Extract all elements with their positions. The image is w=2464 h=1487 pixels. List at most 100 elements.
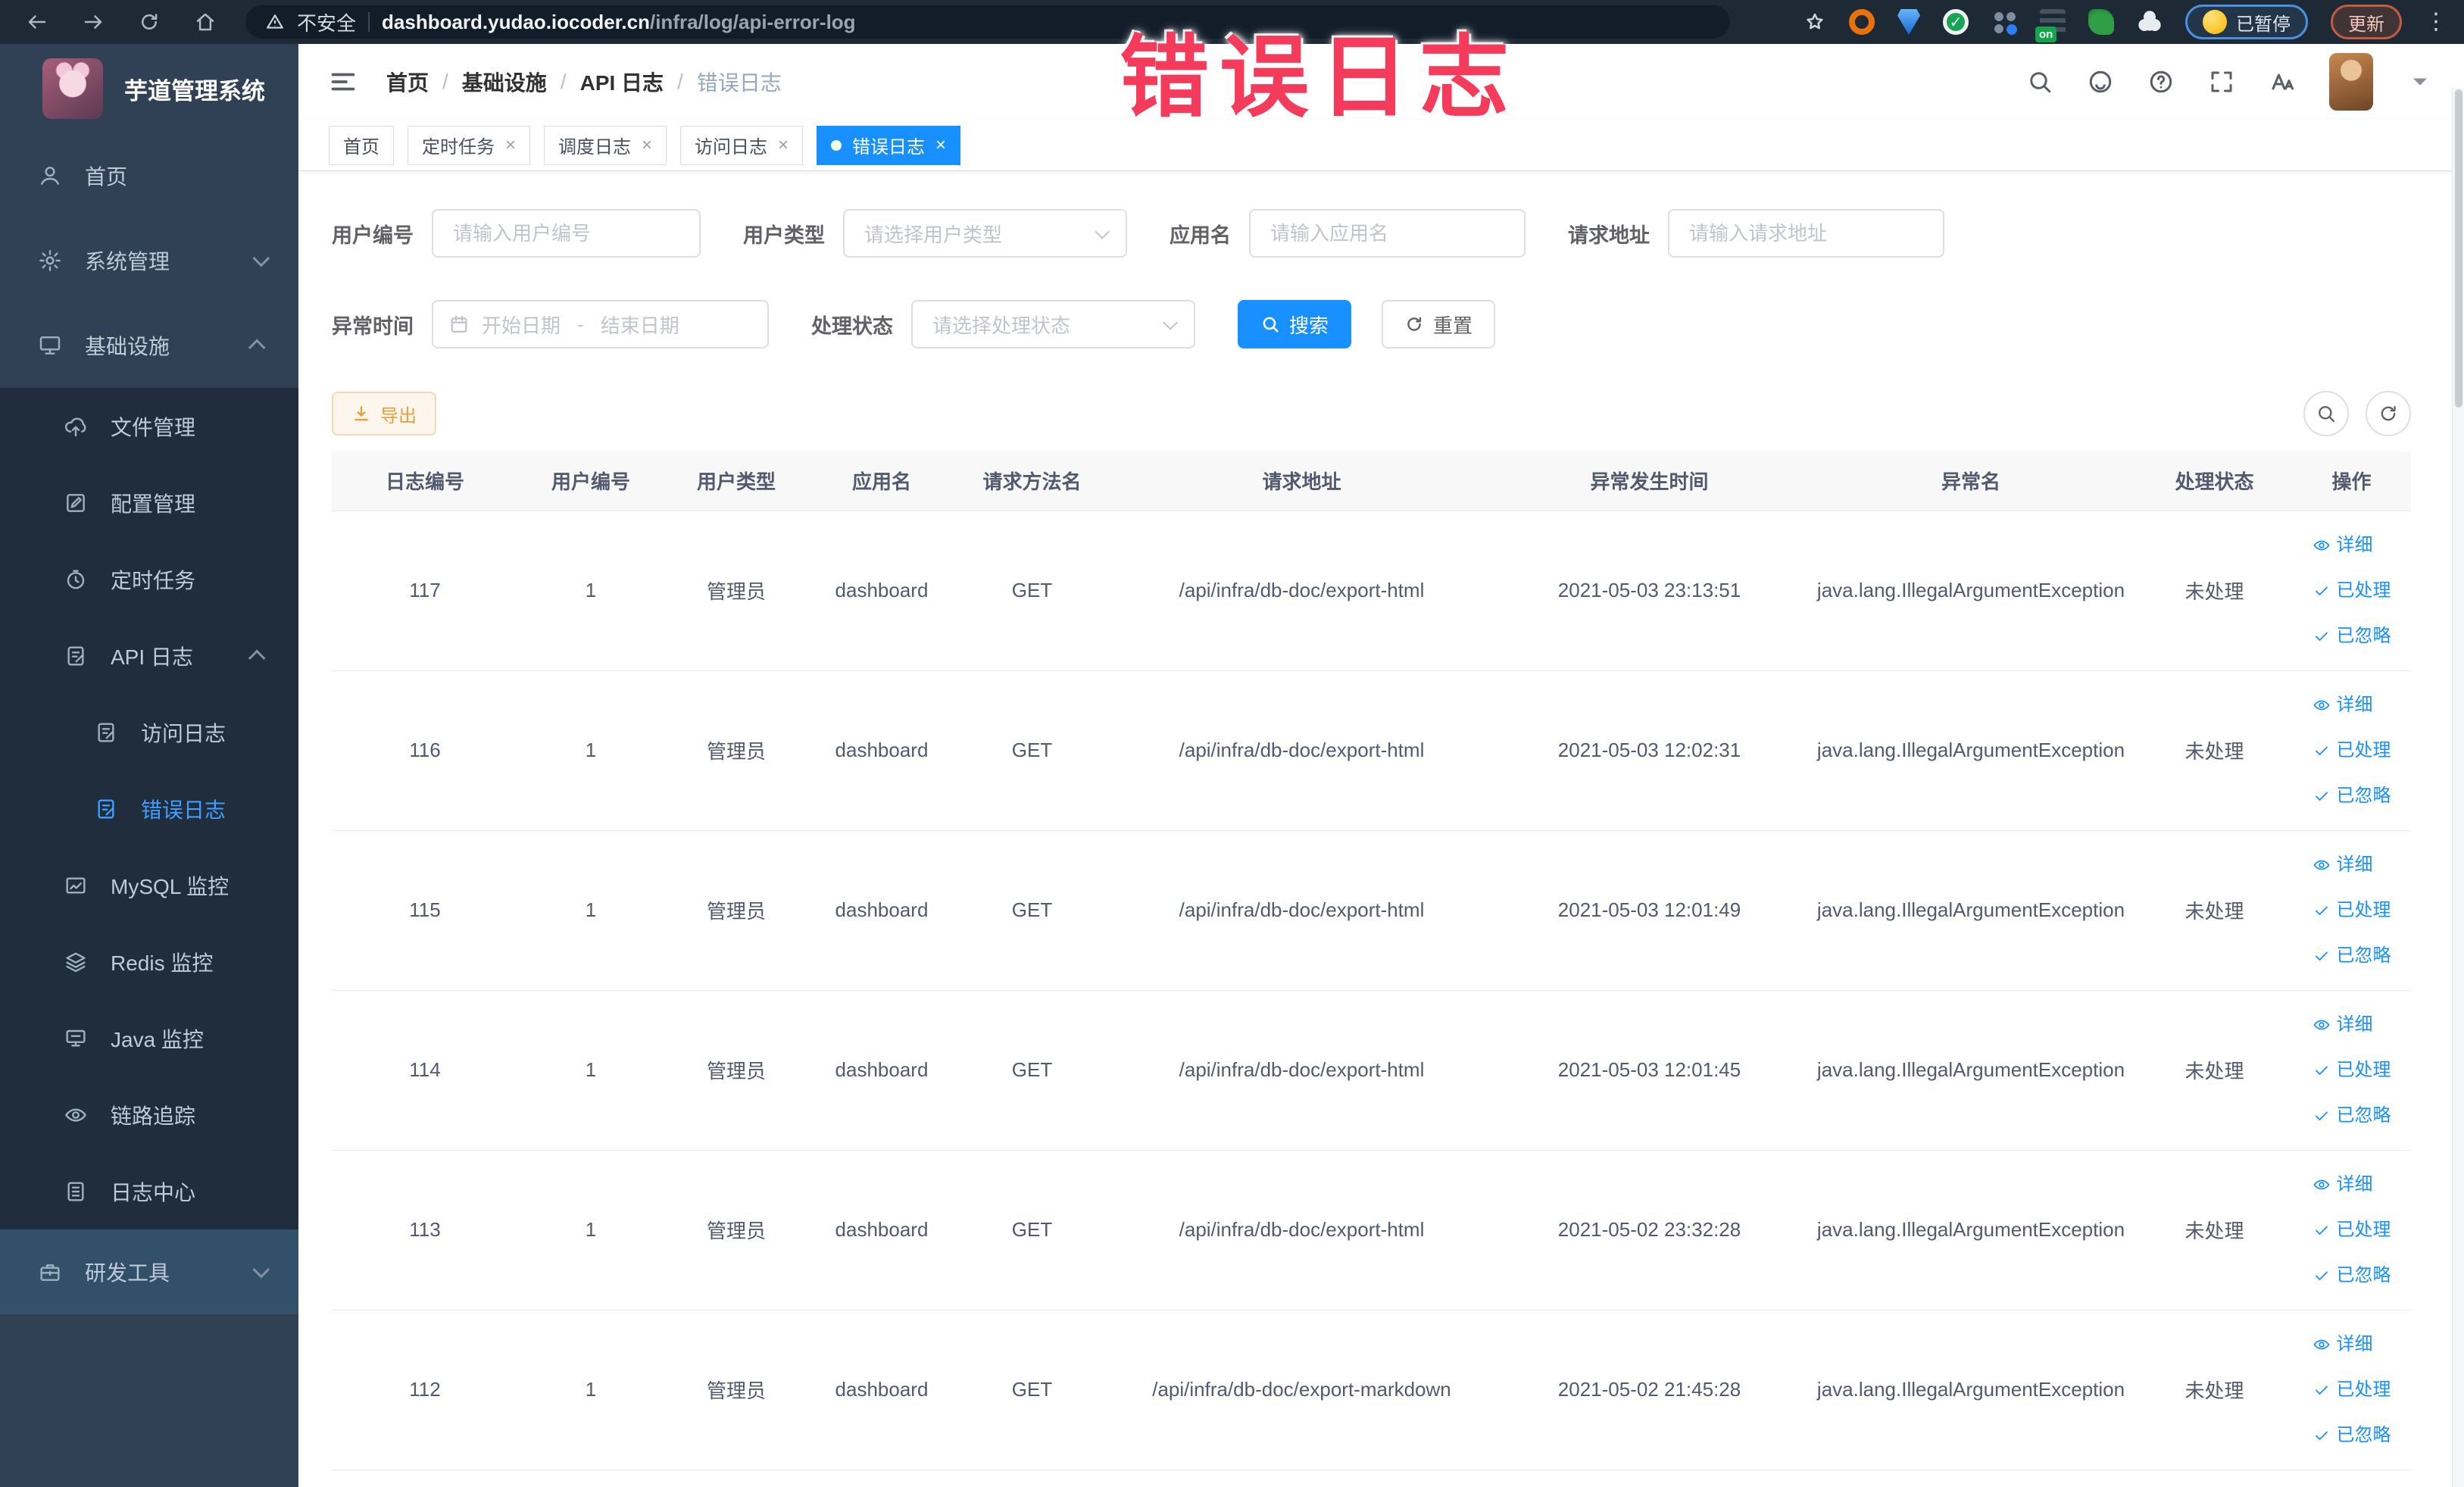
tab-访问日志[interactable]: 访问日志 × [680, 125, 804, 165]
breadcrumb-item[interactable]: 基础设施 [462, 67, 547, 97]
sidebar-item-label: Java 监控 [111, 1027, 204, 1051]
extension-orange-icon[interactable] [1849, 9, 1875, 35]
sidebar-item-label: 链路追踪 [111, 1104, 196, 1128]
action-已处理[interactable]: 已处理 [2313, 1369, 2391, 1411]
action-已忽略[interactable]: 已忽略 [2313, 1254, 2391, 1297]
sidebar-item-mysql[interactable]: MySQL 监控 [0, 847, 298, 923]
process-status-select[interactable]: 请选择处理状态 [911, 300, 1195, 348]
sidebar-item-error-log[interactable]: 错误日志 [0, 770, 298, 847]
profile-paused-chip[interactable]: 已暂停 [2185, 5, 2308, 39]
sidebar-item-trace[interactable]: 链路追踪 [0, 1076, 298, 1153]
action-label: 已处理 [2336, 739, 2391, 761]
close-icon[interactable]: × [778, 136, 789, 155]
breadcrumb-item[interactable]: API 日志 [580, 67, 664, 97]
sidebar-item-home[interactable]: 首页 [0, 133, 298, 218]
toggle-search-button[interactable] [2303, 391, 2349, 436]
action-label: 已忽略 [2336, 945, 2391, 966]
action-已处理[interactable]: 已处理 [2313, 570, 2391, 612]
start-date-placeholder[interactable]: 开始日期 [482, 311, 561, 339]
refresh-table-button[interactable] [2366, 391, 2411, 436]
action-已忽略[interactable]: 已忽略 [2313, 935, 2391, 977]
user-type-select[interactable]: 请选择用户类型 [843, 209, 1127, 258]
action-已处理[interactable]: 已处理 [2313, 1049, 2391, 1092]
help-icon[interactable] [2147, 68, 2175, 95]
action-详细[interactable]: 详细 [2313, 684, 2373, 726]
action-已处理[interactable]: 已处理 [2313, 729, 2391, 772]
sidebar-item-access-log[interactable]: 访问日志 [0, 694, 298, 770]
action-已处理[interactable]: 已处理 [2313, 1209, 2391, 1251]
end-date-placeholder[interactable]: 结束日期 [601, 311, 679, 339]
chevron-down-icon [1163, 314, 1179, 330]
app-name-input[interactable] [1249, 209, 1526, 258]
forward-icon[interactable] [82, 11, 105, 33]
update-button[interactable]: 更新 [2331, 5, 2402, 39]
user-menu-caret-icon[interactable] [2406, 68, 2434, 95]
user-avatar[interactable] [2329, 53, 2373, 111]
extension-shield-icon[interactable] [1897, 9, 1920, 35]
export-button[interactable]: 导出 [332, 392, 436, 436]
download-icon [351, 404, 371, 423]
action-详细[interactable]: 详细 [2313, 1164, 2373, 1206]
sidebar-item-job[interactable]: 定时任务 [0, 541, 298, 617]
extension-grid-icon[interactable] [1991, 9, 2017, 35]
chart-frame-icon [64, 873, 88, 898]
back-icon[interactable] [26, 11, 48, 33]
action-已忽略[interactable]: 已忽略 [2313, 1095, 2391, 1137]
extension-sprout-icon[interactable] [2088, 9, 2114, 35]
page-scrollbar[interactable] [2452, 88, 2464, 1487]
table-cell: 2021-05-03 12:01:49 [1494, 830, 1805, 991]
user-id-input[interactable] [432, 209, 701, 258]
extension-on-icon[interactable]: on [2035, 9, 2066, 42]
sidebar-toggle-icon[interactable] [329, 67, 358, 96]
tab-调度日志[interactable]: 调度日志 × [544, 125, 667, 165]
extension-green-check-icon[interactable]: ✓ [1943, 9, 1969, 35]
select-placeholder: 请选择用户类型 [864, 223, 1003, 246]
close-icon[interactable]: × [642, 136, 652, 155]
font-size-icon[interactable] [2269, 68, 2296, 95]
home-icon[interactable] [194, 11, 217, 33]
action-已忽略[interactable]: 已忽略 [2313, 615, 2391, 658]
action-详细[interactable]: 详细 [2313, 1323, 2373, 1366]
request-url-input[interactable] [1668, 209, 1944, 258]
scrollbar-thumb[interactable] [2455, 89, 2462, 408]
page-url[interactable]: dashboard.yudao.iocoder.cn/infra/log/api… [382, 11, 856, 34]
fullscreen-icon[interactable] [2208, 68, 2235, 95]
search-icon[interactable] [2026, 68, 2053, 95]
action-详细[interactable]: 详细 [2313, 1004, 2373, 1046]
sidebar-item-log-center[interactable]: 日志中心 [0, 1153, 298, 1229]
eye-icon [2313, 1335, 2331, 1354]
close-icon[interactable]: × [505, 136, 516, 155]
sidebar-item-redis[interactable]: Redis 监控 [0, 923, 298, 1000]
search-icon [1260, 314, 1280, 334]
sidebar-item-api-log[interactable]: API 日志 [0, 617, 298, 694]
sidebar-item-system[interactable]: 系统管理 [0, 218, 298, 303]
action-已忽略[interactable]: 已忽略 [2313, 1414, 2391, 1457]
app-logo-row[interactable]: 芋道管理系统 [0, 44, 298, 133]
date-range-picker[interactable]: 开始日期 - 结束日期 [432, 300, 769, 348]
reset-button[interactable]: 重置 [1382, 300, 1496, 348]
sidebar-item-infra[interactable]: 基础设施 [0, 303, 298, 388]
bookmark-star-icon[interactable] [1803, 11, 1826, 33]
action-已处理[interactable]: 已处理 [2313, 889, 2391, 932]
close-icon[interactable]: × [935, 136, 946, 155]
browser-menu-icon[interactable]: ⋮ [2425, 11, 2447, 33]
action-已忽略[interactable]: 已忽略 [2313, 775, 2391, 817]
sidebar-item-label: 基础设施 [85, 335, 170, 358]
breadcrumb-item[interactable]: 首页 [386, 67, 429, 97]
security-label[interactable]: 不安全 [297, 8, 356, 36]
tab-首页[interactable]: 首页 [329, 125, 394, 165]
eye-icon [2313, 536, 2331, 555]
refresh-icon [2378, 403, 2399, 424]
action-详细[interactable]: 详细 [2313, 844, 2373, 886]
extensions-puzzle-icon[interactable] [2137, 9, 2163, 35]
sidebar-item-file[interactable]: 文件管理 [0, 388, 298, 464]
action-详细[interactable]: 详细 [2313, 524, 2373, 567]
tab-错误日志[interactable]: 错误日志 × [817, 125, 961, 165]
github-icon[interactable] [2087, 68, 2114, 95]
sidebar-item-config[interactable]: 配置管理 [0, 464, 298, 541]
search-button[interactable]: 搜索 [1238, 300, 1352, 348]
tab-定时任务[interactable]: 定时任务 × [408, 125, 531, 165]
sidebar-item-dev-tools[interactable]: 研发工具 [0, 1229, 298, 1314]
sidebar-item-java[interactable]: Java 监控 [0, 1000, 298, 1076]
reload-icon[interactable] [138, 11, 161, 33]
